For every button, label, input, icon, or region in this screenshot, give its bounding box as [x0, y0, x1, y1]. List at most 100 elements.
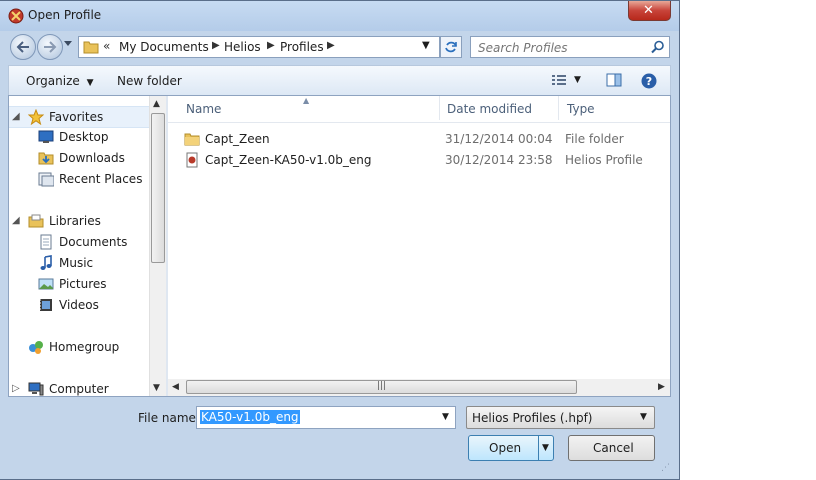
videos-icon	[40, 299, 52, 311]
scroll-up-arrow-icon[interactable]: ▲	[153, 99, 160, 109]
refresh-button[interactable]	[440, 36, 462, 58]
svg-text:?: ?	[646, 75, 652, 88]
nav-label: Libraries	[49, 214, 101, 228]
close-button[interactable]: ✕	[628, 1, 671, 21]
chevron-right-icon[interactable]: ▶	[327, 40, 335, 51]
scrollbar-thumb[interactable]: |||	[186, 380, 577, 394]
file-name-field[interactable]: KA50-v1.0b_eng ▼	[196, 406, 456, 429]
address-overflow[interactable]: «	[103, 39, 110, 53]
nav-item-videos[interactable]: Videos	[9, 295, 157, 315]
column-divider[interactable]	[439, 96, 440, 120]
nav-item-recent-places[interactable]: Recent Places	[9, 169, 157, 189]
search-icon[interactable]	[651, 40, 665, 54]
column-header-date-modified[interactable]: Date modified	[447, 102, 532, 116]
collapse-triangle-icon[interactable]: ◢	[12, 111, 20, 122]
file-list: ▲ Name Date modified Type Capt_Zeen 31/1…	[168, 96, 670, 396]
change-view-icon[interactable]	[551, 73, 567, 87]
folder-icon	[83, 41, 99, 54]
column-header-type[interactable]: Type	[567, 102, 595, 116]
nav-item-favorites[interactable]: ◢ Favorites	[9, 106, 157, 128]
documents-icon	[40, 234, 52, 250]
title-bar[interactable]: Open Profile ✕	[0, 1, 679, 31]
new-folder-label: New folder	[117, 74, 182, 88]
nav-vertical-scrollbar[interactable]: ▲ ▼	[149, 96, 166, 396]
cancel-button[interactable]: Cancel	[568, 435, 655, 461]
helios-app-icon	[8, 8, 24, 24]
file-type: Helios Profile	[565, 153, 643, 167]
open-dropdown-icon[interactable]: ▼	[542, 443, 549, 453]
cancel-label: Cancel	[593, 441, 634, 455]
downloads-folder-icon	[38, 152, 54, 165]
desktop-icon	[38, 130, 54, 143]
recent-places-icon	[38, 172, 54, 187]
nav-item-pictures[interactable]: Pictures	[9, 274, 157, 294]
scroll-right-arrow-icon[interactable]: ▶	[658, 382, 665, 392]
sort-ascending-icon: ▲	[303, 96, 310, 105]
file-name-value[interactable]: KA50-v1.0b_eng	[200, 410, 300, 424]
content-area: ◢ Favorites Desktop Downloads Recent Pla…	[8, 95, 671, 397]
view-options-dropdown-icon[interactable]: ▼	[574, 75, 581, 85]
organize-button[interactable]: Organize ▼	[26, 74, 94, 88]
nav-item-downloads[interactable]: Downloads	[9, 148, 157, 168]
open-profile-dialog: Open Profile ✕ « My Documents ▶ Helios ▶…	[0, 0, 680, 480]
breadcrumb-my-documents[interactable]: My Documents	[119, 40, 209, 54]
address-bar[interactable]: « My Documents ▶ Helios ▶ Profiles ▶ ▼	[78, 36, 440, 58]
new-folder-button[interactable]: New folder	[117, 74, 182, 88]
chevron-down-icon[interactable]: ▼	[422, 40, 430, 51]
arrow-right-icon	[44, 41, 57, 53]
nav-item-documents[interactable]: Documents	[9, 232, 157, 252]
split-divider	[538, 436, 539, 460]
navigation-pane: ◢ Favorites Desktop Downloads Recent Pla…	[9, 96, 157, 396]
homegroup-icon	[29, 341, 43, 354]
chevron-right-icon[interactable]: ▶	[212, 40, 220, 51]
nav-item-computer[interactable]: ▷ Computer	[9, 379, 157, 396]
nav-item-desktop[interactable]: Desktop	[9, 127, 157, 147]
nav-item-libraries[interactable]: ◢ Libraries	[9, 211, 157, 231]
open-label: Open	[489, 441, 522, 455]
recent-pages-dropdown-icon[interactable]	[64, 41, 72, 47]
scrollbar-grip: |||	[377, 381, 387, 391]
libraries-icon	[28, 214, 44, 228]
preview-pane-icon[interactable]	[606, 73, 622, 87]
scroll-down-arrow-icon[interactable]: ▼	[153, 383, 160, 393]
forward-button[interactable]	[37, 34, 63, 60]
scrollbar-thumb[interactable]	[151, 113, 165, 263]
file-type: File folder	[565, 132, 624, 146]
table-row[interactable]: Capt_Zeen-KA50-v1.0b_eng 30/12/2014 23:5…	[168, 150, 668, 170]
breadcrumb-profiles[interactable]: Profiles	[280, 40, 324, 54]
computer-icon	[28, 382, 44, 396]
resize-grip-icon[interactable]: ⋰	[661, 463, 670, 473]
scroll-left-arrow-icon[interactable]: ◀	[172, 382, 179, 392]
collapse-triangle-icon[interactable]: ◢	[12, 215, 20, 226]
file-type-select[interactable]: Helios Profiles (.hpf) ▼	[466, 406, 655, 429]
breadcrumb-helios[interactable]: Helios	[224, 40, 261, 54]
nav-item-music[interactable]: Music	[9, 253, 157, 273]
column-divider[interactable]	[558, 96, 559, 120]
window-title: Open Profile	[28, 8, 102, 22]
table-row[interactable]: Capt_Zeen 31/12/2014 00:04 File folder	[168, 129, 668, 149]
file-horizontal-scrollbar[interactable]: ◀ ||| ▶	[168, 379, 670, 396]
search-input[interactable]	[471, 37, 656, 59]
file-type-value: Helios Profiles (.hpf)	[472, 411, 593, 425]
organize-label: Organize	[26, 74, 80, 88]
column-header-name[interactable]: Name	[186, 102, 221, 116]
nav-item-homegroup[interactable]: Homegroup	[9, 337, 157, 357]
nav-label: Recent Places	[59, 172, 143, 186]
expand-triangle-icon[interactable]: ▷	[12, 383, 20, 394]
nav-label: Favorites	[49, 110, 104, 124]
chevron-right-icon[interactable]: ▶	[267, 40, 275, 51]
music-icon	[40, 255, 52, 270]
nav-label: Desktop	[59, 130, 109, 144]
chevron-down-icon[interactable]: ▼	[442, 412, 449, 422]
file-name: Capt_Zeen-KA50-v1.0b_eng	[205, 153, 372, 167]
nav-label: Music	[59, 256, 94, 270]
open-button[interactable]: Open ▼	[468, 435, 554, 461]
folder-icon	[184, 133, 200, 146]
search-box[interactable]	[470, 36, 670, 59]
back-button[interactable]	[10, 34, 36, 60]
navigation-bar: « My Documents ▶ Helios ▶ Profiles ▶ ▼	[0, 31, 679, 63]
help-icon[interactable]: ?	[641, 73, 657, 89]
close-icon: ✕	[643, 3, 654, 18]
nav-label: Computer	[49, 382, 109, 396]
star-icon	[28, 109, 44, 125]
